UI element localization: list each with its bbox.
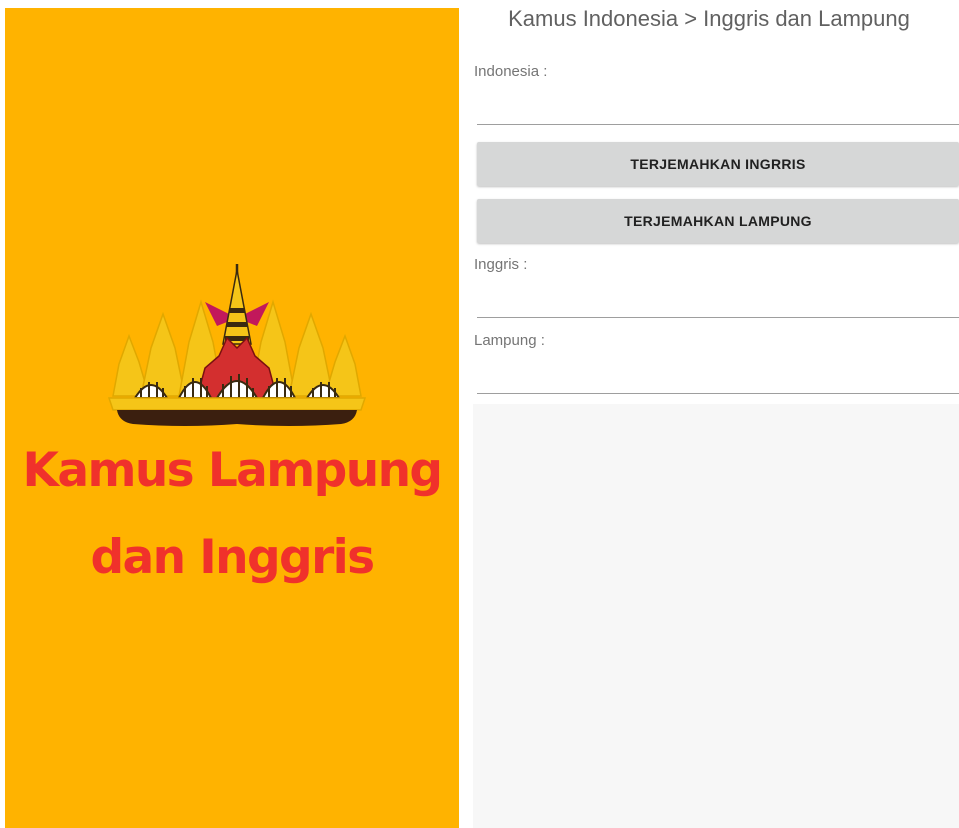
splash-title-line-1: Kamus Lampung <box>22 443 444 498</box>
translate-english-button[interactable]: TERJEMAHKAN INGRRIS <box>477 142 959 186</box>
splash-screen: Kamus Lampung dan Inggris <box>5 8 459 828</box>
translate-lampung-button[interactable]: TERJEMAHKAN LAMPUNG <box>477 199 959 243</box>
empty-content-area <box>473 404 959 828</box>
translator-screen: Kamus Indonesia > Inggris dan Lampung In… <box>459 0 959 828</box>
lampung-label: Lampung : <box>474 332 545 349</box>
splash-title-line-2: dan Inggris <box>90 530 375 585</box>
siger-crown-icon <box>107 264 367 426</box>
inggris-output[interactable] <box>477 288 959 318</box>
page-title: Kamus Indonesia > Inggris dan Lampung <box>508 6 910 31</box>
inggris-label: Inggris : <box>474 256 528 273</box>
indonesia-label: Indonesia : <box>474 63 548 80</box>
indonesia-input[interactable] <box>477 95 959 125</box>
lampung-output[interactable] <box>477 364 959 394</box>
